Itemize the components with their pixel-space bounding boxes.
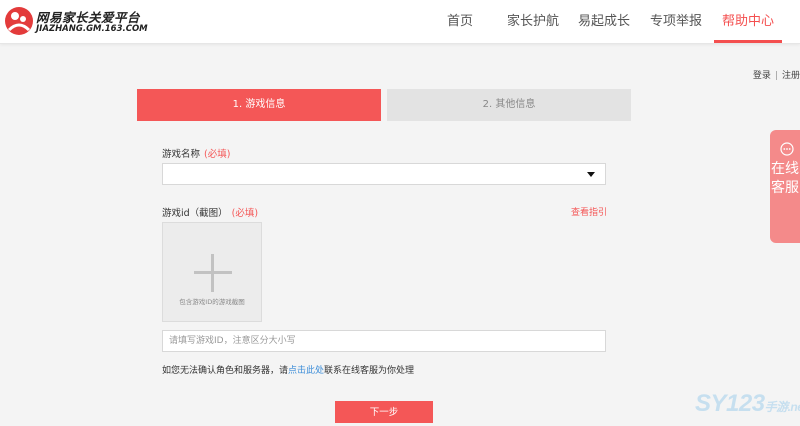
login-link[interactable]: 登录 [753,71,771,81]
required-mark: (必填) [231,208,259,219]
logo-url: JIAZHANG.GM.163.COM [36,24,148,34]
site-logo[interactable]: 网易家长关爱平台 JIAZHANG.GM.163.COM [4,4,154,40]
step-game-info[interactable]: 1. 游戏信息 [137,89,381,121]
nav-active-underline [714,40,782,43]
hint-prefix: 如您无法确认角色和服务器，请 [162,366,289,376]
online-service-label: 在线客服 [771,161,799,196]
upload-caption: 包含游戏ID的游戏截图 [179,298,245,306]
online-service-tab[interactable]: 在线客服 [770,130,800,243]
nav-grow-together[interactable]: 易起成长 [574,0,634,43]
watermark-main: SY123 [695,390,765,417]
game-name-label: 游戏名称 (必填) [162,146,230,160]
top-header: 网易家长关爱平台 JIAZHANG.GM.163.COM 首页 家长护航 易起成… [0,0,800,44]
required-mark: (必填) [204,149,231,160]
game-id-label: 游戏id（截图） (必填) [162,205,258,219]
help-hint: 如您无法确认角色和服务器，请点击此处联系在线客服为你处理 [162,363,414,376]
hint-suffix: 联系在线客服为你处理 [324,366,415,376]
view-guide-link[interactable]: 查看指引 [571,205,607,218]
game-id-input[interactable] [162,330,606,352]
nav-parent-guard[interactable]: 家长护航 [503,0,563,43]
plus-icon-vertical [211,254,214,292]
step-other-info[interactable]: 2. 其他信息 [387,89,631,121]
chat-icon [780,142,794,156]
watermark-suffix: .net [787,400,800,414]
auth-links: 登录 | 注册 [753,68,800,81]
game-name-label-text: 游戏名称 [162,149,201,160]
screenshot-upload[interactable]: 包含游戏ID的游戏截图 [162,222,262,322]
game-name-select[interactable] [162,163,606,185]
click-here-link[interactable]: 点击此处 [288,366,324,376]
nav-home[interactable]: 首页 [440,0,480,43]
nav-help-center[interactable]: 帮助中心 [716,0,780,43]
nav-special-report[interactable]: 专项举报 [645,0,707,43]
next-step-button[interactable]: 下一步 [335,401,433,423]
logo-mark-icon [5,7,33,35]
register-link[interactable]: 注册 [782,71,800,81]
watermark-sub: 手游 [764,400,789,414]
auth-separator: | [774,71,778,81]
sy123-watermark: SY123手游.net [695,390,800,418]
game-id-label-text: 游戏id（截图） [162,208,228,219]
dropdown-arrow-icon [587,172,595,177]
